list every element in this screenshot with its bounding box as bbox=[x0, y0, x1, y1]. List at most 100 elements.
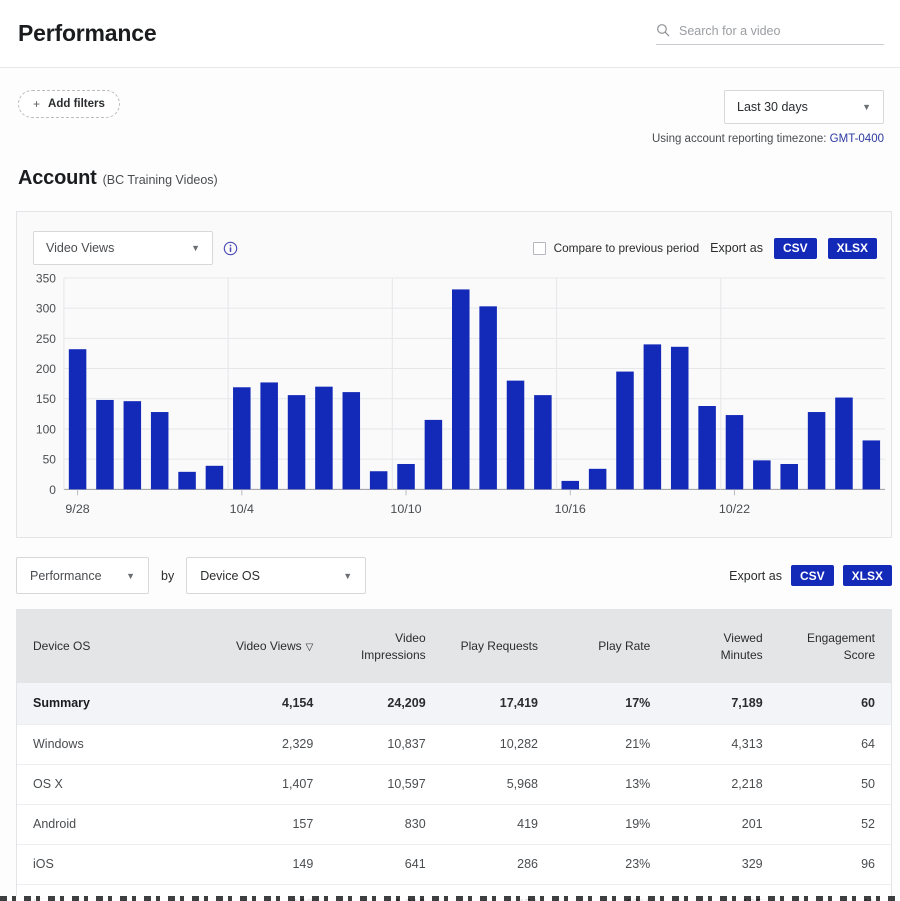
chart-toolbar: Video Views ▼ Compare to previous period bbox=[17, 212, 891, 265]
performance-table: Device OS Video Views ▽ Video Impressions Pl… bbox=[16, 609, 892, 901]
chart-export-xlsx-button[interactable]: XLSX bbox=[827, 237, 877, 259]
cell-play_requests: 419 bbox=[441, 804, 554, 845]
chart-card: Video Views ▼ Compare to previous period bbox=[16, 211, 892, 538]
cell-name: Windows bbox=[17, 724, 217, 765]
cell-name: Summary bbox=[17, 683, 217, 725]
account-heading: Account (BC Training Videos) bbox=[0, 145, 900, 190]
date-range-select[interactable]: Last 30 days ▼ bbox=[724, 90, 884, 124]
cell-name: OS X bbox=[17, 764, 217, 805]
table-row[interactable]: iOS 149 641 286 23% 329 96 bbox=[17, 844, 891, 885]
by-label: by bbox=[161, 568, 175, 583]
table-export-label: Export as bbox=[729, 568, 782, 583]
svg-text:300: 300 bbox=[36, 302, 56, 316]
add-filters-label: Add filters bbox=[48, 98, 105, 110]
report-type-value: Performance bbox=[30, 568, 102, 583]
compare-label: Compare to previous period bbox=[553, 241, 700, 255]
chart-export-csv-button[interactable]: CSV bbox=[773, 237, 817, 259]
report-selectors: Performance ▼ by Device OS ▼ bbox=[16, 557, 367, 594]
cell-video_views: 2,329 bbox=[217, 724, 330, 765]
cell-engagement_score: 96 bbox=[778, 844, 891, 885]
cell-video_impressions: 10,837 bbox=[329, 724, 442, 765]
cell-video_impressions: 641 bbox=[329, 844, 442, 885]
svg-text:350: 350 bbox=[36, 271, 56, 285]
svg-text:150: 150 bbox=[36, 392, 56, 406]
table-row[interactable]: Windows 2,329 10,837 10,282 21% 4,313 64 bbox=[17, 724, 891, 765]
sort-descending-icon: ▽ bbox=[305, 642, 314, 654]
device-os-table: Device OS Video Views ▽ Video Impressions Pl… bbox=[17, 610, 891, 901]
cell-play_requests: 17,419 bbox=[441, 683, 554, 725]
svg-text:0: 0 bbox=[49, 483, 56, 497]
metric-select[interactable]: Video Views ▼ bbox=[33, 231, 213, 265]
date-range-value: Last 30 days bbox=[737, 100, 808, 114]
svg-text:10/22: 10/22 bbox=[719, 502, 750, 516]
metric-value: Video Views bbox=[46, 241, 115, 255]
table-export-xlsx-button[interactable]: XLSX bbox=[842, 565, 892, 586]
cell-engagement_score: 64 bbox=[778, 724, 891, 765]
app-root: Performance + Add filters Last 30 days ▼… bbox=[0, 0, 900, 901]
cell-engagement_score: 60 bbox=[778, 683, 891, 725]
table-col-header-viewed-minutes[interactable]: Viewed Minutes bbox=[666, 610, 779, 683]
cell-video_views: 1,407 bbox=[217, 764, 330, 805]
table-controls: Performance ▼ by Device OS ▼ Export as C… bbox=[16, 557, 892, 594]
table-head: Device OS Video Views ▽ Video Impressions Pl… bbox=[17, 610, 891, 683]
table-row[interactable]: Android 157 830 419 19% 201 52 bbox=[17, 804, 891, 845]
cell-video_views: 157 bbox=[217, 804, 330, 845]
search-field[interactable] bbox=[656, 23, 884, 45]
compare-toggle[interactable]: Compare to previous period bbox=[532, 241, 700, 255]
add-filters-button[interactable]: + Add filters bbox=[18, 90, 120, 118]
table-export-csv-button[interactable]: CSV bbox=[790, 565, 834, 586]
table-col-header-video-impressions[interactable]: Video Impressions bbox=[329, 610, 442, 683]
cell-video_views: 4,154 bbox=[217, 683, 330, 725]
table-col-header-engagement-score[interactable]: Engagement Score bbox=[778, 610, 891, 683]
video-views-bar-chart: 0 50 100 150 200 250 300 350 9/28 10/4 10/10 10/16 1… bbox=[36, 271, 886, 516]
svg-text:10/16: 10/16 bbox=[555, 502, 586, 516]
svg-text:100: 100 bbox=[36, 422, 56, 436]
table-header-row: Device OS Video Views ▽ Video Impressions Pl… bbox=[17, 610, 891, 683]
cell-video_impressions: 24,209 bbox=[329, 683, 442, 725]
account-label: Account bbox=[18, 167, 97, 189]
svg-text:10/10: 10/10 bbox=[390, 502, 421, 516]
cell-video_impressions: 10,597 bbox=[329, 764, 442, 805]
timezone-prefix: Using account reporting timezone: bbox=[651, 133, 827, 145]
cell-viewed_minutes: 2,218 bbox=[666, 764, 779, 805]
chart-export-label: Export as bbox=[710, 241, 763, 255]
table-summary-row[interactable]: Summary 4,154 24,209 17,419 17% 7,189 60 bbox=[17, 683, 891, 725]
search-input[interactable] bbox=[679, 23, 884, 38]
cell-viewed_minutes: 4,313 bbox=[666, 724, 779, 765]
cell-video_impressions: 830 bbox=[329, 804, 442, 845]
cell-play_rate: 17% bbox=[553, 683, 667, 725]
cell-viewed_minutes: 201 bbox=[666, 804, 779, 845]
cell-video_views: 149 bbox=[217, 844, 330, 885]
cell-play_requests: 10,282 bbox=[441, 724, 554, 765]
chart-actions: Compare to previous period Export as CSV… bbox=[532, 237, 877, 259]
svg-text:250: 250 bbox=[36, 332, 56, 346]
table-col-header-video-views[interactable]: Video Views ▽ bbox=[217, 610, 330, 683]
table-row[interactable]: OS X 1,407 10,597 5,968 13% 2,218 50 bbox=[17, 764, 891, 805]
table-col-header-device-os[interactable]: Device OS bbox=[17, 610, 217, 683]
cell-play_requests: 286 bbox=[441, 844, 554, 885]
info-circle-icon[interactable] bbox=[223, 241, 238, 256]
cell-play_rate: 13% bbox=[553, 764, 667, 805]
table-col-header-play-requests[interactable]: Play Requests bbox=[441, 610, 554, 683]
date-range-group: Last 30 days ▼ Using account reporting t… bbox=[652, 90, 884, 145]
dimension-select[interactable]: Device OS ▼ bbox=[186, 557, 367, 594]
chevron-down-icon: ▼ bbox=[126, 570, 135, 581]
table-col-header-play-rate[interactable]: Play Rate bbox=[553, 610, 667, 683]
chevron-down-icon: ▼ bbox=[343, 570, 353, 581]
table-actions: Export as CSV XLSX bbox=[729, 565, 892, 586]
cell-engagement_score: 50 bbox=[778, 764, 891, 805]
account-sub-label: (BC Training Videos) bbox=[102, 173, 218, 187]
compare-checkbox[interactable] bbox=[532, 241, 546, 255]
chevron-down-icon: ▼ bbox=[862, 102, 871, 112]
timezone-link[interactable]: GMT-0400 bbox=[830, 133, 884, 145]
cell-engagement_score: 52 bbox=[778, 804, 891, 845]
cell-play_rate: 23% bbox=[553, 844, 667, 885]
cell-viewed_minutes: 7,189 bbox=[666, 683, 779, 725]
plus-icon: + bbox=[33, 97, 41, 111]
top-bar: Performance bbox=[0, 0, 900, 67]
cell-viewed_minutes: 329 bbox=[666, 844, 779, 885]
report-type-select[interactable]: Performance ▼ bbox=[16, 557, 149, 594]
viewport-cutoff-artifact bbox=[0, 896, 900, 901]
cell-play_rate: 21% bbox=[553, 724, 667, 765]
dimension-value: Device OS bbox=[200, 568, 260, 583]
